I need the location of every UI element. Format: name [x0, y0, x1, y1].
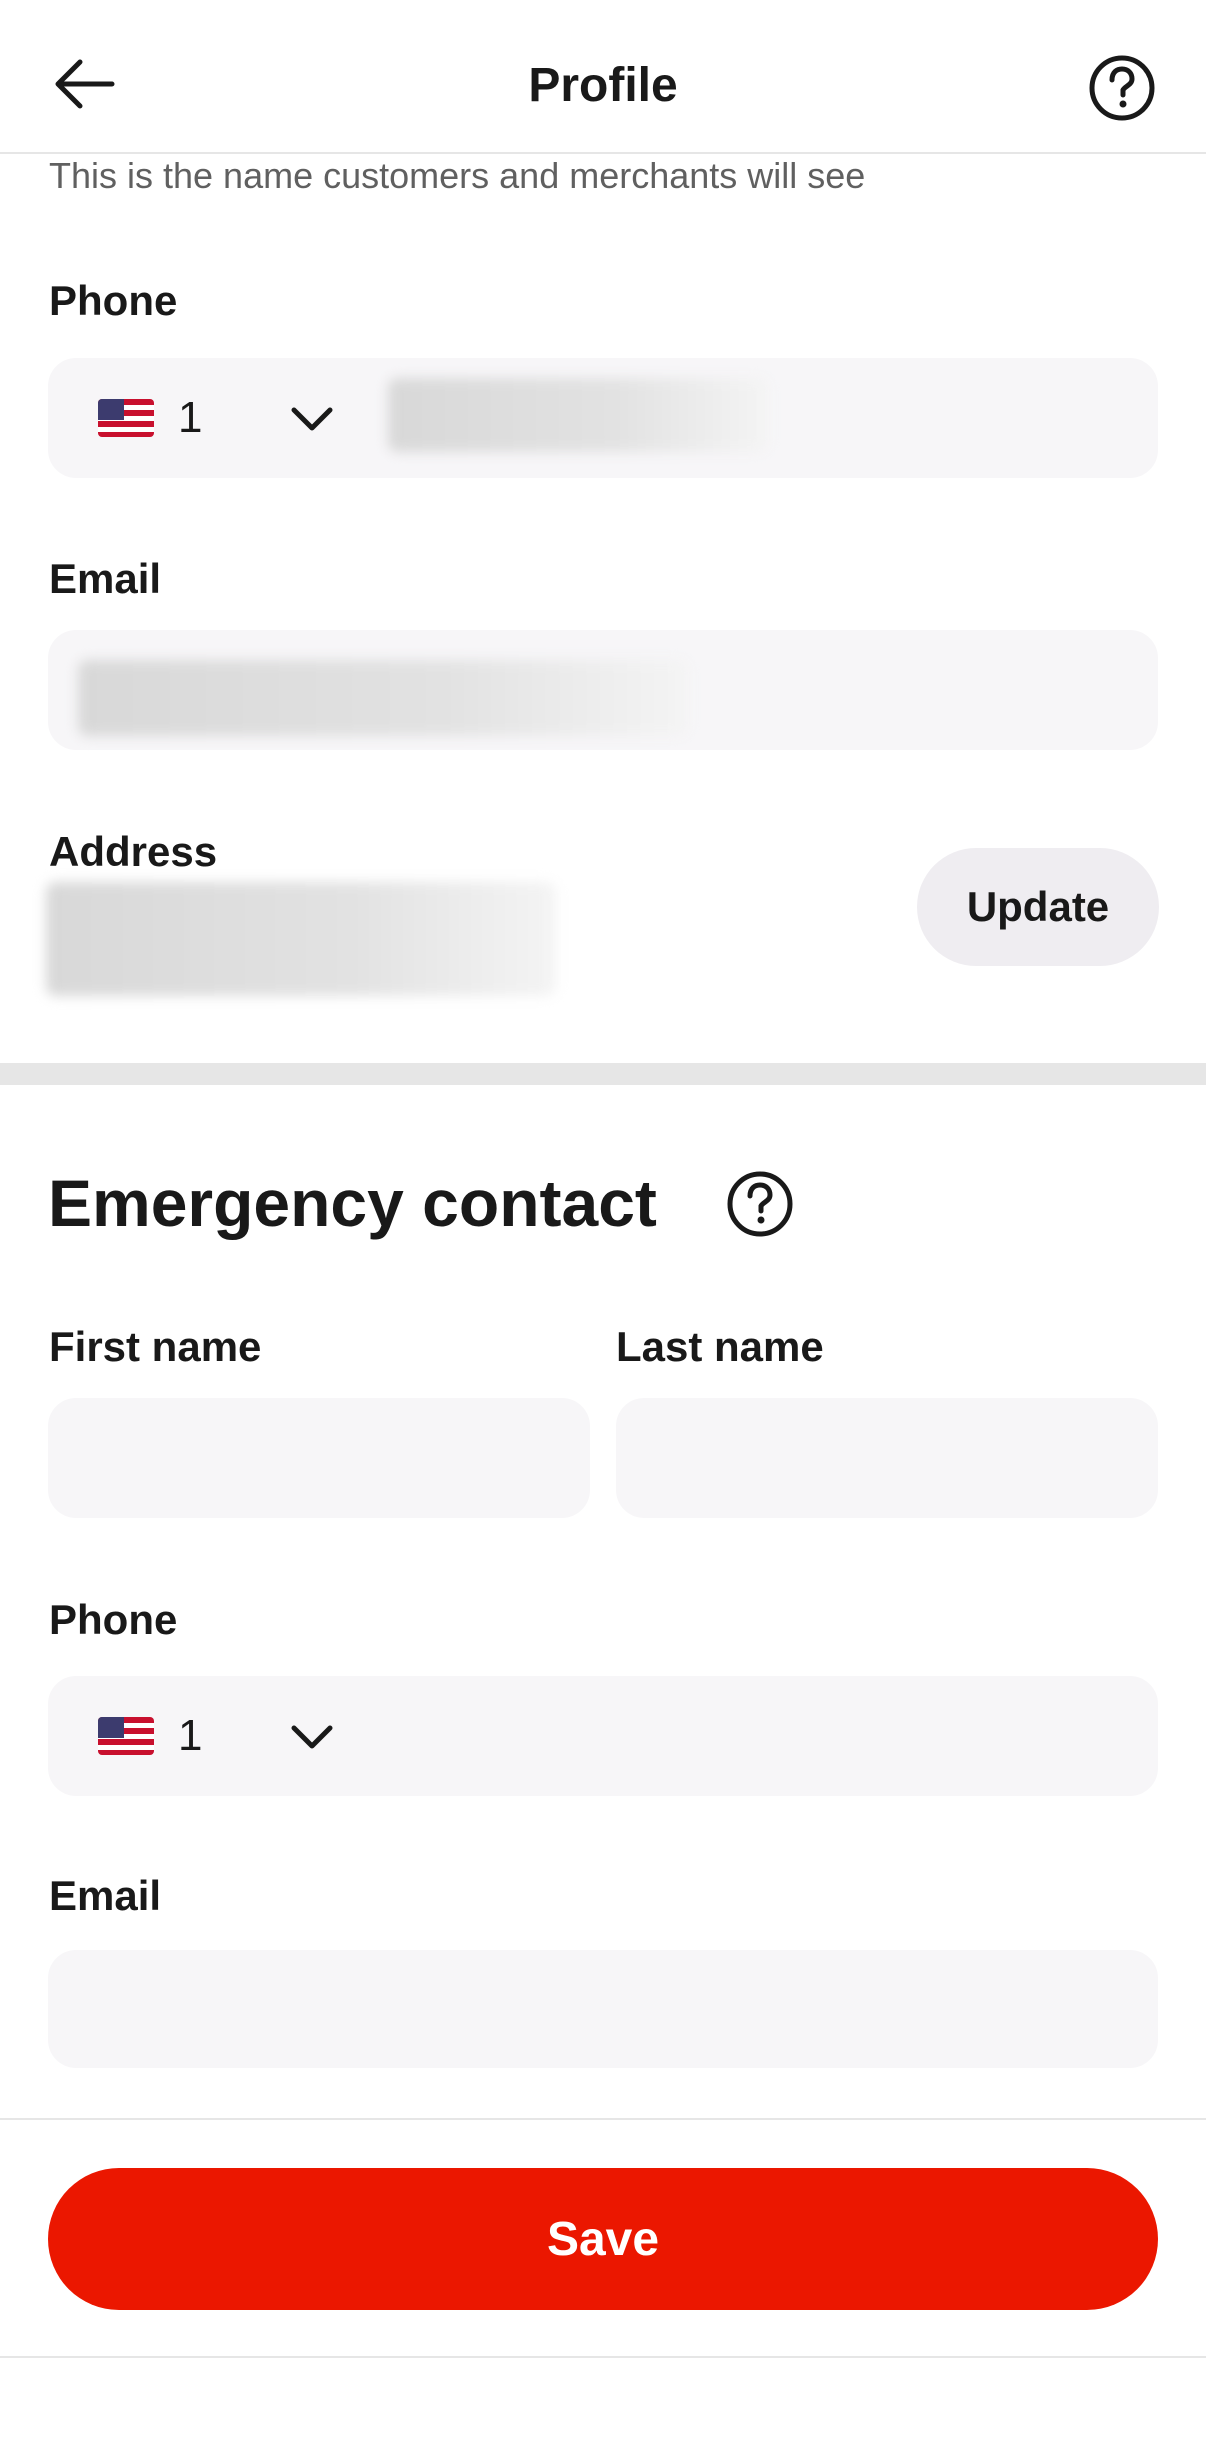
emergency-email-input[interactable] — [48, 1950, 1158, 2068]
emergency-contact-title: Emergency contact — [48, 1166, 657, 1240]
emergency-help-button[interactable] — [724, 1168, 796, 1240]
bottom-action-bar: Save — [0, 2118, 1206, 2358]
emergency-email-label: Email — [49, 1872, 162, 1919]
page-title: Profile — [528, 59, 678, 112]
section-divider — [0, 1063, 1206, 1085]
last-name-label: Last name — [616, 1323, 824, 1370]
email-label: Email — [49, 555, 162, 602]
address-redacted — [46, 882, 556, 996]
emergency-country-code: 1 — [178, 1711, 203, 1760]
chevron-down-icon — [288, 1712, 336, 1760]
first-name-input[interactable] — [48, 1398, 590, 1518]
name-hint-text: This is the name customers and merchants… — [49, 155, 866, 196]
last-name-input[interactable] — [616, 1398, 1158, 1518]
chevron-down-icon — [288, 394, 336, 442]
us-flag-icon — [98, 399, 154, 437]
country-code: 1 — [178, 393, 203, 442]
save-button[interactable]: Save — [48, 2168, 1158, 2310]
phone-label: Phone — [49, 277, 178, 324]
update-address-button[interactable]: Update — [917, 848, 1159, 966]
phone-number-redacted — [388, 378, 768, 452]
email-redacted — [78, 660, 688, 736]
first-name-label: First name — [49, 1323, 262, 1370]
address-label: Address — [49, 828, 218, 875]
question-circle-icon — [1089, 55, 1155, 121]
emergency-phone-field[interactable]: 1 — [48, 1676, 1158, 1796]
emergency-phone-label: Phone — [49, 1596, 178, 1643]
country-code-select[interactable]: 1 — [48, 358, 388, 478]
top-app-bar: Profile — [0, 0, 1206, 154]
help-button[interactable] — [1086, 52, 1158, 124]
us-flag-icon — [98, 1717, 154, 1755]
question-circle-icon — [727, 1171, 793, 1237]
emergency-country-code-select[interactable]: 1 — [48, 1676, 388, 1796]
